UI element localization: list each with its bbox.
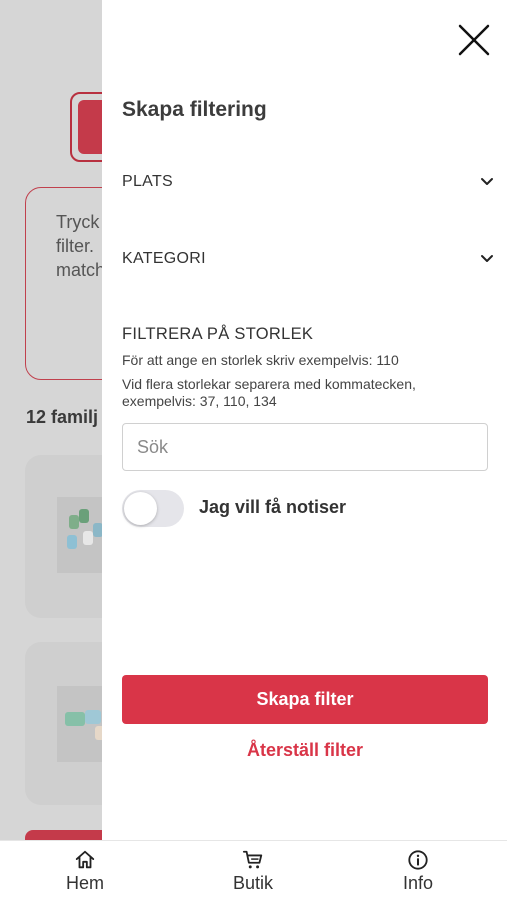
product-image: [57, 686, 107, 762]
chevron-down-icon: [481, 255, 493, 262]
create-filter-button[interactable]: Skapa filter: [122, 675, 488, 724]
accordion-kategori[interactable]: KATEGORI: [122, 244, 494, 274]
size-filter-help: För att ange en storlek skriv exempelvis…: [122, 352, 399, 368]
notifications-label: Jag vill få notiser: [199, 497, 347, 517]
home-icon: [75, 850, 95, 869]
size-filter-help-multiple: Vid flera storlekar separera med kommate…: [122, 376, 416, 409]
accordion-label: PLATS: [122, 173, 173, 190]
info-icon: [408, 850, 428, 870]
close-icon[interactable]: [456, 22, 492, 58]
tab-label: Info: [402, 873, 434, 893]
toggle-knob: [124, 492, 157, 525]
drawer-title: Skapa filtering: [122, 98, 267, 121]
notifications-toggle[interactable]: [122, 490, 184, 527]
size-search-input[interactable]: [122, 423, 488, 471]
tab-hem[interactable]: Hem: [45, 849, 125, 894]
chevron-down-icon: [481, 178, 493, 185]
reset-filter-link[interactable]: Återställ filter: [122, 740, 488, 761]
tab-info[interactable]: Info: [378, 849, 458, 894]
accordion-plats[interactable]: PLATS: [122, 167, 494, 197]
cart-icon: [242, 850, 263, 869]
size-filter-heading: FILTRERA PÅ STORLEK: [122, 325, 314, 343]
bottom-tab-bar: Hem Butik Info: [0, 840, 507, 900]
tab-label: Butik: [232, 873, 274, 893]
filter-drawer: Skapa filtering PLATS KATEGORI FILTRERA …: [102, 0, 507, 840]
background-count-text: 12 familj: [26, 407, 99, 427]
product-image: [57, 497, 107, 573]
accordion-label: KATEGORI: [122, 250, 206, 267]
tab-butik[interactable]: Butik: [213, 849, 293, 894]
tab-label: Hem: [65, 873, 104, 893]
